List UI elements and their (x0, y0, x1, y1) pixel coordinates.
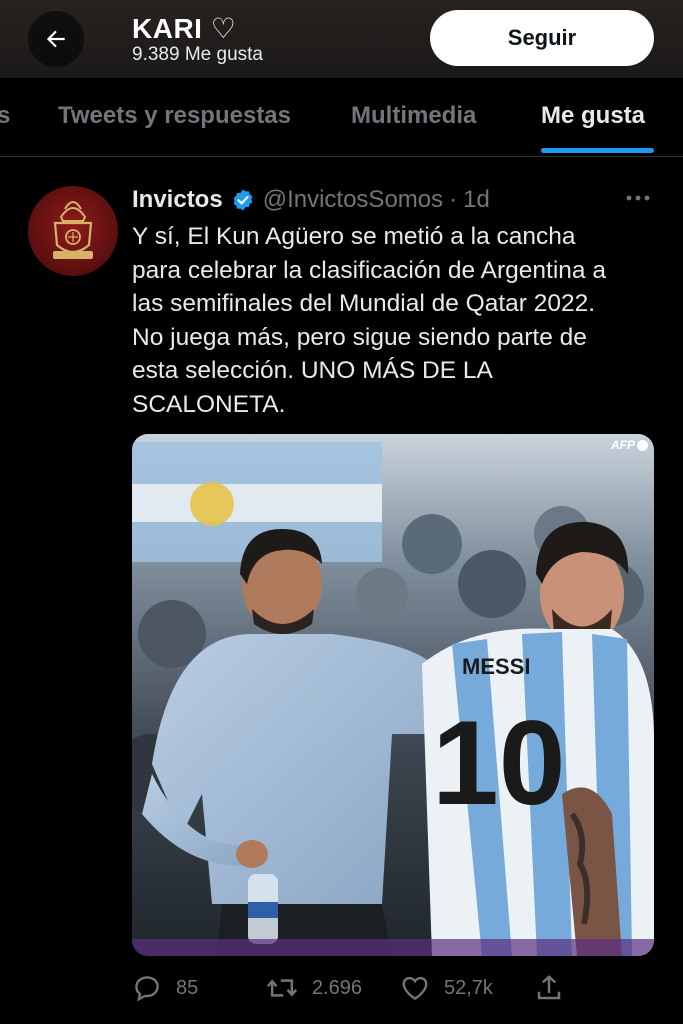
reply-button[interactable]: 85 (132, 968, 198, 1008)
avatar[interactable] (28, 186, 118, 276)
tweet-text-line: para celebrar la clasificación de Argent… (132, 256, 606, 284)
profile-tabs: s Tweets y respuestas Multimedia Me gust… (0, 78, 683, 157)
like-count: 52,7k (444, 976, 493, 999)
tweet-text-line: las semifinales del Mundial de Qatar 202… (132, 290, 596, 318)
back-button[interactable] (28, 11, 84, 67)
verified-badge-icon (231, 188, 255, 212)
afp-watermark: AFP (611, 438, 648, 452)
tweet-text-line: Y sí, El Kun Agüero se metió a la cancha (132, 223, 576, 250)
tab-multimedia[interactable]: Multimedia (351, 102, 476, 130)
likes-count: 9.389 Me gusta (132, 44, 263, 65)
tweet-text-line: esta selección. UNO MÁS DE LA (132, 357, 493, 385)
afp-dot-icon (637, 439, 648, 451)
tweet-text-line: No juega más, pero sigue siendo parte de (132, 323, 587, 351)
more-options-button[interactable] (624, 186, 652, 215)
tweet-timestamp[interactable]: 1d (463, 186, 490, 214)
tweet-header: Invictos @InvictosSomos · 1d (132, 184, 490, 216)
tab-me-gusta[interactable]: Me gusta (541, 102, 645, 130)
heart-icon (402, 976, 428, 1001)
more-horizontal-icon (626, 195, 650, 201)
author-handle[interactable]: @InvictosSomos (263, 186, 443, 214)
author-name[interactable]: Invictos (132, 186, 223, 214)
follow-button[interactable]: Seguir (430, 10, 654, 66)
tweet-text: Y sí, El Kun Agüero se metió a la cancha… (132, 220, 662, 422)
jersey-number-text: 10 (432, 696, 565, 830)
profile-header: KARI ♡ 9.389 Me gusta Seguir (0, 0, 683, 78)
tweet-actions: 85 2.696 52,7k (132, 968, 654, 1008)
tweet-text-line: SCALONETA. (132, 390, 286, 418)
jersey-name-text: MESSI (462, 654, 530, 679)
reply-icon (135, 976, 159, 1002)
retweet-button[interactable]: 2.696 (266, 968, 362, 1008)
share-icon (537, 975, 561, 1000)
reply-count: 85 (176, 976, 199, 999)
like-button[interactable]: 52,7k (400, 968, 493, 1008)
separator-dot: · (449, 186, 458, 213)
tab-tweets-y-respuestas[interactable]: Tweets y respuestas (58, 102, 291, 130)
invictos-logo-icon (53, 201, 93, 259)
arrow-left-icon (46, 30, 65, 48)
retweet-count: 2.696 (312, 976, 363, 999)
tab-tweets[interactable]: s (0, 102, 10, 130)
photo-illustration: MESSI 10 (132, 434, 654, 956)
profile-name: KARI ♡ (132, 13, 237, 44)
share-button[interactable] (534, 968, 564, 1008)
tweet-media-photo[interactable]: MESSI 10 AFP (132, 434, 654, 956)
active-tab-indicator (541, 148, 654, 153)
retweet-icon (266, 979, 298, 997)
afp-watermark-text: AFP (611, 438, 635, 452)
